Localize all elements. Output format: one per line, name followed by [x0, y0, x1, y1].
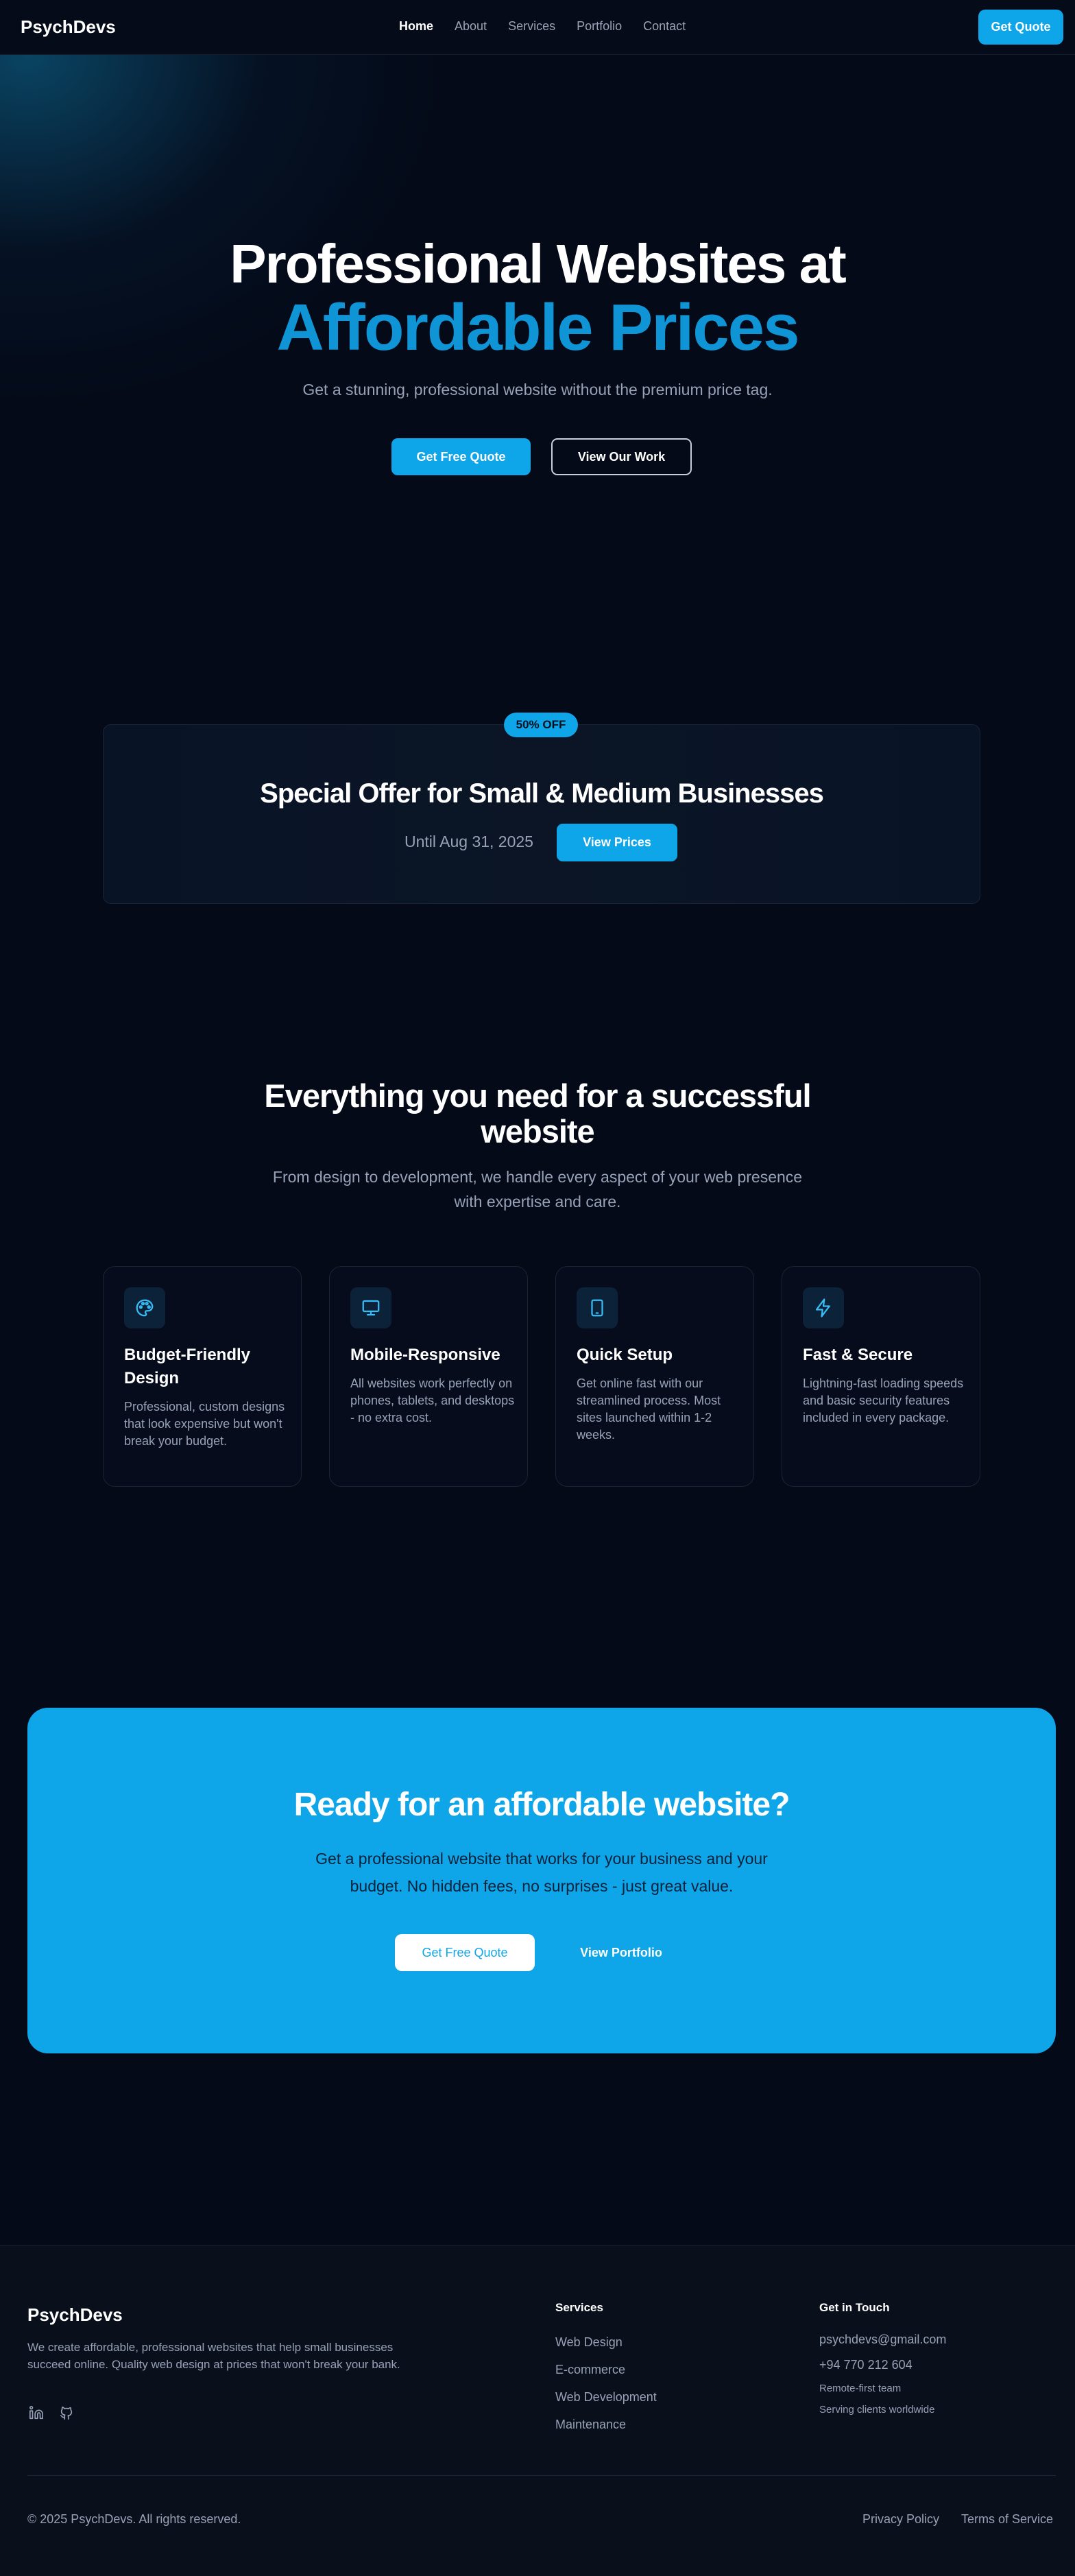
bolt-icon — [803, 1287, 844, 1328]
linkedin-icon[interactable] — [27, 2404, 45, 2422]
cta-view-portfolio-button[interactable]: View Portfolio — [551, 1934, 691, 1971]
offer-title: Special Offer for Small & Medium Busines… — [260, 778, 824, 809]
monitor-icon — [350, 1287, 391, 1328]
contact-note: Serving clients worldwide — [819, 2404, 935, 2416]
get-quote-button[interactable]: Get Quote — [978, 10, 1063, 45]
cta-title: Ready for an affordable website? — [293, 1787, 790, 1823]
nav-link-home[interactable]: Home — [399, 19, 433, 34]
special-offer-card — [103, 724, 980, 904]
features-subtitle: From design to development, we handle ev… — [272, 1168, 803, 1211]
offer-deadline: Until Aug 31, 2025 — [404, 833, 533, 850]
top-nav: PsychDevs Home About Services Portfolio … — [0, 0, 1075, 55]
footer-link-web-development[interactable]: Web Development — [555, 2390, 657, 2405]
nav-link-services[interactable]: Services — [508, 19, 555, 34]
feature-title: Budget-Friendly Design — [124, 1346, 250, 1387]
terms-of-service-link[interactable]: Terms of Service — [961, 2512, 1053, 2527]
feature-card: Mobile-Responsive All websites work perf… — [329, 1266, 528, 1487]
feature-description: Lightning-fast loading speeds and basic … — [803, 1376, 964, 1424]
nav-link-portfolio[interactable]: Portfolio — [577, 19, 622, 34]
hero-title: Professional Websites at — [230, 233, 847, 294]
view-prices-button[interactable]: View Prices — [557, 824, 677, 861]
cta-get-free-quote-button[interactable]: Get Free Quote — [395, 1934, 535, 1971]
discount-badge: 50% OFF — [504, 713, 578, 737]
feature-description: Professional, custom designs that look e… — [124, 1400, 285, 1448]
privacy-policy-link[interactable]: Privacy Policy — [862, 2512, 939, 2527]
tablet-icon — [577, 1287, 618, 1328]
hero-subtitle: Get a stunning, professional website wit… — [302, 381, 773, 398]
contact-heading: Get in Touch — [819, 2301, 890, 2314]
nav-links: Home About Services Portfolio Contact — [399, 19, 686, 34]
feature-description: Get online fast with our streamlined pro… — [577, 1376, 721, 1442]
footer-brand: PsychDevs — [27, 2304, 123, 2325]
footer-description: We create affordable, professional websi… — [27, 2341, 400, 2371]
cta-section: Ready for an affordable website? Get a p… — [27, 1708, 1056, 2053]
feature-title: Mobile-Responsive — [350, 1346, 500, 1364]
contact-phone[interactable]: +94 770 212 604 — [819, 2358, 913, 2372]
nav-link-contact[interactable]: Contact — [643, 19, 686, 34]
cta-subtitle: Get a professional website that works fo… — [315, 1850, 768, 1895]
footer: PsychDevs We create affordable, professi… — [0, 2245, 1075, 2576]
github-icon[interactable] — [58, 2404, 75, 2422]
feature-title: Fast & Secure — [803, 1346, 913, 1364]
footer-link-web-design[interactable]: Web Design — [555, 2335, 623, 2350]
hero-get-free-quote-button[interactable]: Get Free Quote — [391, 438, 531, 475]
hero-view-our-work-button[interactable]: View Our Work — [551, 438, 692, 475]
footer-divider — [27, 2475, 1056, 2476]
hero-title-accent: Affordable Prices — [276, 291, 800, 364]
footer-link-maintenance[interactable]: Maintenance — [555, 2418, 626, 2432]
contact-note: Remote-first team — [819, 2383, 902, 2394]
contact-email[interactable]: psychdevs@gmail.com — [819, 2333, 946, 2347]
feature-card: Budget-Friendly Design Professional, cus… — [103, 1266, 302, 1487]
feature-description: All websites work perfectly on phones, t… — [350, 1376, 515, 1424]
feature-title: Quick Setup — [577, 1346, 673, 1364]
copyright: © 2025 PsychDevs. All rights reserved. — [27, 2512, 241, 2526]
feature-card: Fast & Secure Lightning-fast loading spe… — [782, 1266, 980, 1487]
services-heading: Services — [555, 2301, 603, 2314]
brand-logo[interactable]: PsychDevs — [21, 16, 116, 38]
features-title: Everything you need for a successful web… — [264, 1077, 811, 1149]
footer-link-ecommerce[interactable]: E-commerce — [555, 2363, 625, 2377]
feature-card: Quick Setup Get online fast with our str… — [555, 1266, 754, 1487]
nav-link-about[interactable]: About — [455, 19, 487, 34]
palette-icon — [124, 1287, 165, 1328]
